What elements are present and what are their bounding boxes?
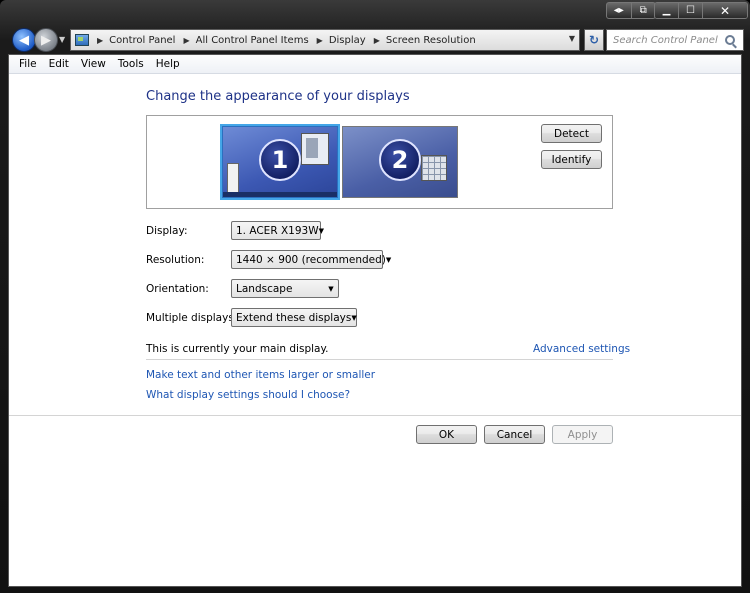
arrows-icon[interactable]: ◂▸ — [607, 3, 632, 18]
address-dropdown-icon[interactable]: ▼ — [569, 34, 575, 43]
breadcrumb-control-panel[interactable]: Control Panel — [109, 35, 175, 46]
monitor-number-badge: 2 — [379, 139, 421, 181]
calendar-preview-icon — [421, 155, 447, 181]
chevron-right-icon[interactable]: ▶ — [317, 36, 323, 45]
search-input[interactable]: Search Control Panel — [606, 29, 744, 51]
page-title: Change the appearance of your displays — [146, 89, 410, 104]
resolution-select[interactable]: 1440 × 900 (recommended) ▼ — [231, 250, 391, 269]
chevron-right-icon[interactable]: ▶ — [97, 36, 103, 45]
menu-view[interactable]: View — [75, 58, 112, 70]
window-preview-icon — [301, 133, 329, 165]
multiple-displays-label: Multiple displays: — [146, 312, 238, 324]
cancel-button[interactable]: Cancel — [484, 425, 545, 444]
recent-pages-dropdown-icon[interactable]: ▼ — [59, 35, 65, 44]
menu-file[interactable]: File — [13, 58, 43, 70]
orientation-value: Landscape — [236, 282, 293, 295]
detect-button[interactable]: Detect — [541, 124, 602, 143]
text-size-link[interactable]: Make text and other items larger or smal… — [146, 369, 375, 381]
chevron-down-icon: ▼ — [328, 284, 334, 293]
back-arrow-icon[interactable]: ◀ — [12, 28, 36, 52]
navigation-bar: ◀ ▶ ▼ ▶ Control Panel ▶ All Control Pane… — [8, 24, 744, 54]
client-area: File Edit View Tools Help Change the app… — [8, 54, 742, 587]
caption-buttons: ▁ ☐ ✕ — [654, 2, 748, 19]
multiple-displays-select[interactable]: Extend these displays ▼ — [231, 308, 357, 327]
close-button[interactable]: ✕ — [703, 3, 747, 18]
divider — [9, 415, 741, 416]
breadcrumb-screen-resolution[interactable]: Screen Resolution — [386, 35, 476, 46]
advanced-settings-link[interactable]: Advanced settings — [533, 343, 630, 355]
orientation-label: Orientation: — [146, 283, 209, 295]
extra-caption-buttons: ◂▸ ⧉ — [606, 2, 656, 19]
minimize-button[interactable]: ▁ — [655, 3, 679, 18]
chevron-right-icon[interactable]: ▶ — [183, 36, 189, 45]
search-icon[interactable] — [725, 35, 735, 45]
resolution-value: 1440 × 900 (recommended) — [236, 253, 386, 266]
multiple-displays-value: Extend these displays — [236, 311, 352, 324]
main-display-status: This is currently your main display. — [146, 343, 329, 355]
start-menu-preview-icon — [227, 163, 239, 193]
restore-window-icon[interactable]: ⧉ — [632, 3, 656, 18]
ok-button[interactable]: OK — [416, 425, 477, 444]
control-panel-icon — [75, 34, 89, 46]
menu-help[interactable]: Help — [150, 58, 186, 70]
window: ◂▸ ⧉ ▁ ☐ ✕ ◀ ▶ ▼ ▶ Control Panel ▶ All C… — [0, 0, 750, 593]
chevron-down-icon: ▼ — [318, 226, 324, 235]
chevron-down-icon: ▼ — [385, 255, 392, 264]
display-select[interactable]: 1. ACER X193W ▼ — [231, 221, 324, 240]
display-label: Display: — [146, 225, 188, 237]
display-help-link[interactable]: What display settings should I choose? — [146, 389, 350, 401]
chevron-right-icon[interactable]: ▶ — [374, 36, 380, 45]
monitor-2-tile[interactable]: 2 — [342, 126, 458, 198]
breadcrumb-all-items[interactable]: All Control Panel Items — [196, 35, 309, 46]
menu-edit[interactable]: Edit — [43, 58, 75, 70]
display-value: 1. ACER X193W — [236, 224, 319, 237]
divider — [146, 359, 613, 360]
menu-bar: File Edit View Tools Help — [9, 55, 741, 74]
identify-button[interactable]: Identify — [541, 150, 602, 169]
apply-button: Apply — [552, 425, 613, 444]
menu-tools[interactable]: Tools — [112, 58, 150, 70]
monitor-1-tile[interactable]: 1 — [220, 124, 340, 200]
search-placeholder: Search Control Panel — [613, 34, 718, 46]
breadcrumb-display[interactable]: Display — [329, 35, 366, 46]
maximize-button[interactable]: ☐ — [679, 3, 703, 18]
address-bar[interactable]: ▶ Control Panel ▶ All Control Panel Item… — [70, 29, 580, 51]
orientation-select[interactable]: Landscape ▼ — [231, 279, 339, 298]
monitor-number-badge: 1 — [259, 139, 301, 181]
chevron-down-icon: ▼ — [351, 313, 357, 322]
resolution-label: Resolution: — [146, 254, 205, 266]
forward-arrow-icon[interactable]: ▶ — [34, 28, 58, 52]
monitor-arrangement-panel: 1 2 Detect Identify — [146, 115, 613, 209]
taskbar-preview — [223, 192, 337, 197]
refresh-icon[interactable]: ↻ — [584, 29, 604, 51]
